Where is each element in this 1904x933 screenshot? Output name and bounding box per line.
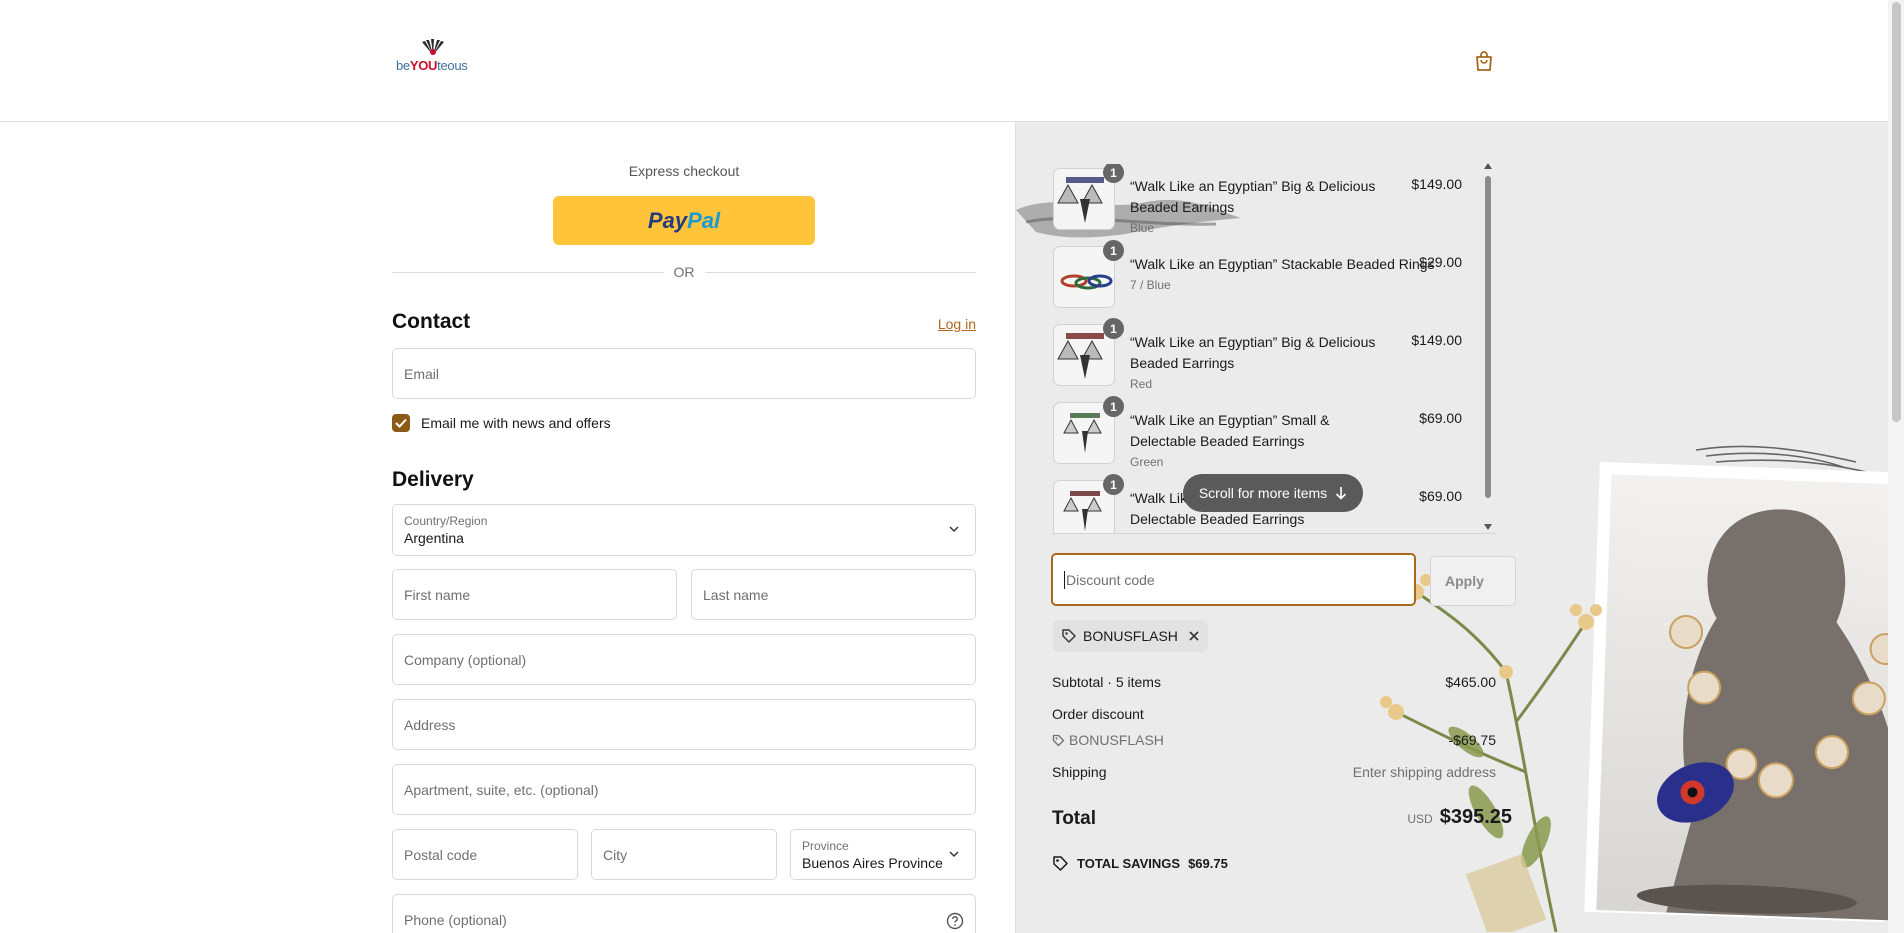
delivery-heading: Delivery <box>392 468 474 491</box>
chevron-down-icon <box>949 526 959 533</box>
quantity-badge: 1 <box>1103 318 1124 339</box>
quantity-badge: 1 <box>1103 396 1124 417</box>
province-label: Province <box>802 838 849 853</box>
item-price: $69.00 <box>1419 410 1462 426</box>
line-item: 1 “Walk Like an Egyptian” Small & Delect… <box>1052 396 1477 472</box>
arrow-down-icon <box>1336 487 1347 500</box>
newsletter-checkbox[interactable] <box>392 414 410 432</box>
close-icon[interactable] <box>1188 630 1200 642</box>
scrollbar-thumb <box>1485 176 1491 498</box>
tag-icon <box>1062 629 1076 643</box>
discount-code-input[interactable]: Discount code <box>1051 553 1416 606</box>
subtotal-label: Subtotal · 5 items <box>1052 674 1161 690</box>
item-name: “Walk Like an Egyptian” Stackable Beaded… <box>1130 254 1450 293</box>
line-item: 1 “Walk Like an Egyptian” Big & Deliciou… <box>1052 318 1477 394</box>
quantity-badge: 1 <box>1103 164 1124 183</box>
necklace-bust-image <box>1636 509 1888 921</box>
item-name: “Walk Like an Egyptian” Small & Delectab… <box>1130 410 1390 470</box>
scroll-up-arrow-icon <box>1484 163 1492 169</box>
applied-discount-tag: BONUSFLASH <box>1053 620 1208 652</box>
quantity-badge: 1 <box>1103 474 1124 495</box>
item-variant: Green <box>1130 455 1164 469</box>
apartment-field[interactable]: Apartment, suite, etc. (optional) <box>392 764 976 815</box>
newsletter-row[interactable]: Email me with news and offers <box>392 414 611 432</box>
text-caret <box>1064 570 1065 589</box>
checkmark-icon <box>395 418 407 428</box>
scroll-for-more-button[interactable]: Scroll for more items <box>1183 474 1363 512</box>
newsletter-label: Email me with news and offers <box>421 415 611 431</box>
tag-icon <box>1052 734 1065 747</box>
photo-frame <box>1584 461 1888 923</box>
checkout-page: beYOUteous Express checkout Pay Pal OR Co… <box>0 0 1904 933</box>
first-name-field[interactable]: First name <box>392 569 677 620</box>
company-field[interactable]: Company (optional) <box>392 634 976 685</box>
country-label: Country/Region <box>404 514 488 528</box>
chevron-down-icon <box>949 850 959 857</box>
line-item: 1 “Walk Like an Egyptian” Big & Deliciou… <box>1052 164 1477 238</box>
tag-icon <box>1053 856 1068 871</box>
country-value: Argentina <box>404 530 464 546</box>
subtotal-row: Subtotal · 5 items $465.00 <box>1052 674 1496 690</box>
item-name: “Walk Like an Egyptian” Big & Delicious … <box>1130 176 1390 236</box>
postal-code-field[interactable]: Postal code <box>392 829 578 880</box>
address-field[interactable]: Address <box>392 699 976 750</box>
item-price: $29.00 <box>1419 254 1462 270</box>
store-logo[interactable]: beYOUteous <box>396 38 472 82</box>
savings-value: $69.75 <box>1188 856 1228 871</box>
savings-label: TOTAL SAVINGS <box>1077 856 1181 871</box>
scroll-down-arrow-icon <box>1484 524 1492 530</box>
quantity-badge: 1 <box>1103 240 1124 261</box>
line-item: 1 “Walk Like an Egyptian” Stackable Bead… <box>1052 240 1477 316</box>
item-variant: Blue <box>1130 221 1155 235</box>
shipping-label: Shipping <box>1052 764 1107 780</box>
item-name: “Walk Like an Egyptian” Big & Delicious … <box>1130 332 1390 392</box>
discount-placeholder: Discount code <box>1066 571 1155 588</box>
subtotal-value: $465.00 <box>1445 674 1496 690</box>
total-label: Total <box>1052 808 1096 829</box>
or-text: OR <box>663 264 705 280</box>
city-field[interactable]: City <box>591 829 777 880</box>
order-discount-row: Order discount <box>1052 706 1496 722</box>
login-link[interactable]: Log in <box>938 316 976 332</box>
email-field[interactable]: Email <box>392 348 976 399</box>
items-divider <box>1052 533 1495 534</box>
or-divider: OR <box>392 262 976 282</box>
shipping-row: Shipping Enter shipping address <box>1052 764 1496 780</box>
item-price: $149.00 <box>1411 332 1462 348</box>
item-variant: Red <box>1130 377 1153 391</box>
express-checkout-label: Express checkout <box>628 163 740 179</box>
page-scrollbar[interactable] <box>1888 0 1904 933</box>
necklace-photo <box>1596 474 1888 921</box>
line-items-scrollbar[interactable] <box>1482 162 1494 532</box>
paypal-button[interactable]: Pay Pal <box>553 196 815 245</box>
logo-wings-icon <box>422 39 444 55</box>
item-variant: 7 / Blue <box>1130 278 1171 292</box>
phone-placeholder: Phone (optional) <box>404 911 507 928</box>
currency-code: USD <box>1407 812 1433 826</box>
shopping-bag-icon[interactable] <box>1473 49 1495 73</box>
header: beYOUteous <box>0 0 1888 122</box>
order-discount-label: Order discount <box>1052 706 1144 722</box>
page-scrollbar-thumb[interactable] <box>1892 2 1901 422</box>
apply-discount-button[interactable]: Apply <box>1430 556 1516 606</box>
phone-field[interactable]: Phone (optional) <box>392 894 976 933</box>
help-circle-icon[interactable] <box>946 912 964 930</box>
item-price: $69.00 <box>1419 488 1462 504</box>
province-value: Buenos Aires Province <box>802 854 943 871</box>
shipping-value: Enter shipping address <box>1352 764 1496 780</box>
country-select[interactable]: Country/Region Argentina <box>392 504 976 556</box>
scroll-hint-text: Scroll for more items <box>1198 485 1328 501</box>
last-name-field[interactable]: Last name <box>691 569 976 620</box>
total-amount: $395.25 <box>1439 806 1512 828</box>
logo-text: beYOUteous <box>396 58 468 73</box>
order-discount-code-row: BONUSFLASH -$69.75 <box>1052 732 1496 748</box>
contact-heading: Contact <box>392 310 471 333</box>
total-savings: TOTAL SAVINGS $69.75 <box>1052 855 1228 872</box>
order-discount-value: -$69.75 <box>1448 732 1496 748</box>
item-price: $149.00 <box>1411 176 1462 192</box>
applied-code-text: BONUSFLASH <box>1083 628 1178 644</box>
total-value: USD $395.25 <box>1407 806 1512 829</box>
order-discount-code: BONUSFLASH <box>1069 732 1164 748</box>
province-select[interactable]: Province Buenos Aires Province <box>790 829 976 880</box>
